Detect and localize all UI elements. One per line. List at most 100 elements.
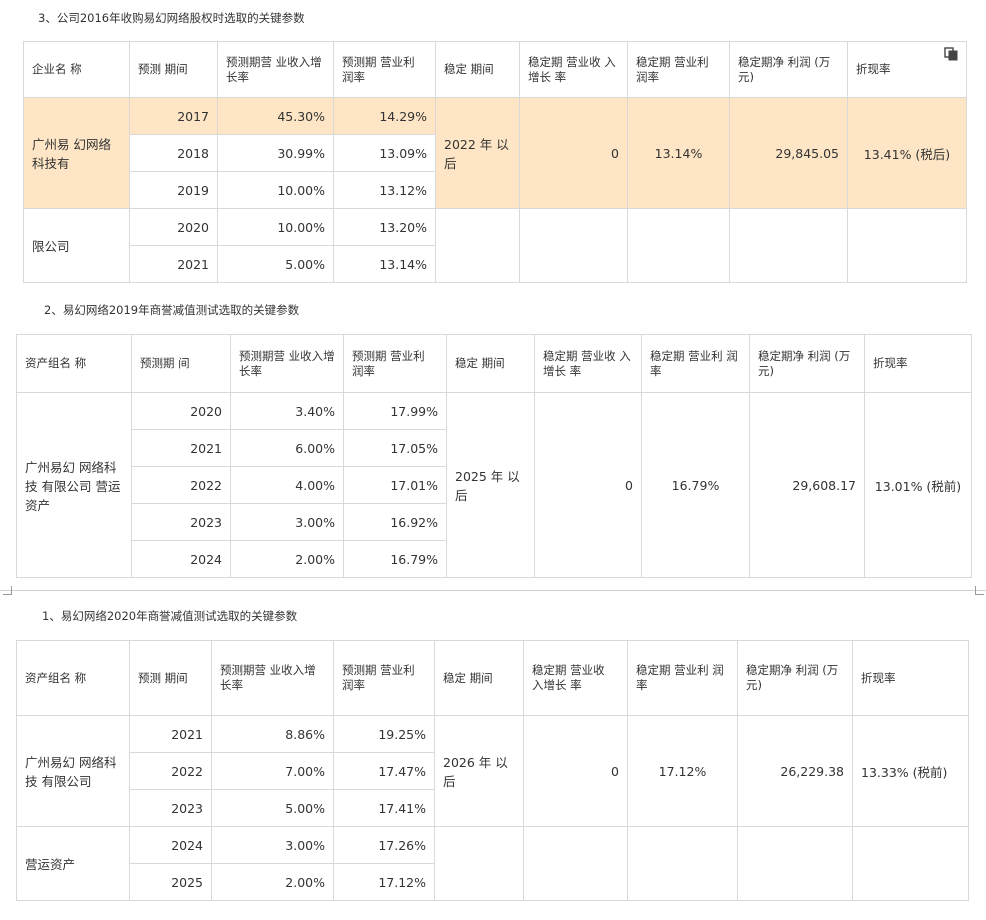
entity-cell: 广州易幻 网络科技 有限公司 <box>16 715 130 827</box>
copy-icon[interactable] <box>944 47 958 61</box>
empty-cell <box>627 826 738 901</box>
op-margin-cell: 13.14% <box>333 245 436 283</box>
year-cell: 2021 <box>131 429 231 467</box>
section-3-heading: 3、公司2016年收购易幻网络股权时选取的关键参数 <box>38 11 305 25</box>
year-cell: 2024 <box>131 540 231 578</box>
stable-profit-cell: 26,229.38 <box>737 715 853 827</box>
stable-period-cell: 2025 年 以后 <box>446 392 535 578</box>
revenue-growth-cell: 6.00% <box>230 429 344 467</box>
op-margin-cell: 14.29% <box>333 97 436 135</box>
stable-margin-cell: 13.14% <box>627 97 730 209</box>
revenue-growth-cell: 3.00% <box>230 503 344 541</box>
op-margin-cell: 17.05% <box>343 429 447 467</box>
revenue-growth-cell: 4.00% <box>230 466 344 504</box>
col-header-period: 预测 期间 <box>129 640 212 716</box>
op-margin-cell: 17.41% <box>333 789 435 827</box>
empty-cell <box>434 826 524 901</box>
year-cell: 2024 <box>129 826 212 864</box>
col-header-stable-margin: 稳定期 营业利 润率 <box>627 640 738 716</box>
col-header-asset-group: 资产组名 称 <box>16 640 130 716</box>
col-header-stable-period: 稳定 期间 <box>435 41 520 98</box>
year-cell: 2019 <box>129 171 218 209</box>
revenue-growth-cell: 8.86% <box>211 715 334 753</box>
acquisition-params-table: 企业名 称 预测 期间 预测期营 业收入增 长率 预测期 营业利 润率 稳定 期… <box>23 41 967 283</box>
op-margin-cell: 16.79% <box>343 540 447 578</box>
year-cell: 2021 <box>129 245 218 283</box>
table-row: 广州易幻 网络科技 有限公司 2021 8.86% 19.25% 2026 年 … <box>16 715 969 827</box>
revenue-growth-cell: 2.00% <box>211 863 334 901</box>
table-row: 营运资产 2024 3.00% 17.26% <box>16 826 969 901</box>
stable-period-cell: 2026 年 以后 <box>434 715 524 827</box>
year-cell: 2021 <box>129 715 212 753</box>
entity-cell-continued: 限公司 <box>23 208 130 283</box>
col-header-op-margin: 预测期 营业利 润率 <box>343 334 447 393</box>
stable-growth-cell: 0 <box>523 715 628 827</box>
corner-mark-left <box>3 586 12 595</box>
revenue-growth-cell: 3.40% <box>230 392 344 430</box>
revenue-growth-cell: 3.00% <box>211 826 334 864</box>
op-margin-cell: 17.99% <box>343 392 447 430</box>
op-margin-cell: 13.09% <box>333 134 436 172</box>
stable-profit-cell: 29,608.17 <box>749 392 865 578</box>
op-margin-cell: 13.12% <box>333 171 436 209</box>
col-header-stable-profit: 稳定期净 利润 (万元) <box>749 334 865 393</box>
col-header-stable-period: 稳定 期间 <box>446 334 535 393</box>
col-header-stable-growth: 稳定期 营业收 入增长 率 <box>534 334 642 393</box>
col-header-stable-profit: 稳定期净 利润 (万元) <box>737 640 853 716</box>
discount-rate-cell: 13.01% (税前) <box>864 392 972 578</box>
op-margin-cell: 13.20% <box>333 208 436 246</box>
discount-rate-cell: 13.41% (税后) <box>847 97 967 209</box>
col-header-stable-growth: 稳定期 营业收 入增长 率 <box>523 640 628 716</box>
revenue-growth-cell: 7.00% <box>211 752 334 790</box>
revenue-growth-cell: 10.00% <box>217 208 334 246</box>
year-cell: 2022 <box>131 466 231 504</box>
stable-margin-cell: 16.79% <box>641 392 750 578</box>
table-header-row: 资产组名 称 预测期 间 预测期营 业收入增 长率 预测期 营业利 润率 稳定 … <box>16 334 972 393</box>
op-margin-cell: 19.25% <box>333 715 435 753</box>
op-margin-cell: 17.26% <box>333 826 435 864</box>
year-cell: 2022 <box>129 752 212 790</box>
op-margin-cell: 17.47% <box>333 752 435 790</box>
col-header-revenue-growth: 预测期营 业收入增 长率 <box>230 334 344 393</box>
revenue-growth-cell: 10.00% <box>217 171 334 209</box>
empty-cell <box>729 208 848 283</box>
col-header-stable-period: 稳定 期间 <box>434 640 524 716</box>
year-cell: 2023 <box>131 503 231 541</box>
discount-rate-cell: 13.33% (税前) <box>852 715 969 827</box>
col-header-discount-rate: 折现率 <box>852 640 969 716</box>
empty-cell <box>435 208 520 283</box>
revenue-growth-cell: 5.00% <box>217 245 334 283</box>
table-row: 广州易 幻网络 科技有 2017 45.30% 14.29% 2022 年 以后… <box>23 97 967 209</box>
col-header-stable-growth: 稳定期 营业收 入增长 率 <box>519 41 628 98</box>
op-margin-cell: 16.92% <box>343 503 447 541</box>
revenue-growth-cell: 2.00% <box>230 540 344 578</box>
col-header-period: 预测 期间 <box>129 41 218 98</box>
empty-cell <box>852 826 969 901</box>
empty-cell <box>627 208 730 283</box>
year-cell: 2018 <box>129 134 218 172</box>
stable-margin-cell: 17.12% <box>627 715 738 827</box>
col-header-stable-margin: 稳定期 营业利 润率 <box>627 41 730 98</box>
section-1-heading: 1、易幻网络2020年商誉减值测试选取的关键参数 <box>42 609 298 623</box>
year-cell: 2023 <box>129 789 212 827</box>
table-row: 广州易幻 网络科技 有限公司 营运资产 2020 3.40% 17.99% 20… <box>16 392 972 578</box>
year-cell: 2020 <box>131 392 231 430</box>
col-header-entity: 企业名 称 <box>23 41 130 98</box>
col-header-stable-profit: 稳定期净 利润 (万元) <box>729 41 848 98</box>
col-header-asset-group: 资产组名 称 <box>16 334 132 393</box>
revenue-growth-cell: 45.30% <box>217 97 334 135</box>
stable-growth-cell: 0 <box>534 392 642 578</box>
col-header-op-margin: 预测期 营业利 润率 <box>333 41 436 98</box>
stable-period-cell: 2022 年 以后 <box>435 97 520 209</box>
col-header-revenue-growth: 预测期营 业收入增 长率 <box>217 41 334 98</box>
entity-cell: 广州易 幻网络 科技有 <box>23 97 130 209</box>
col-header-discount-rate: 折现率 <box>864 334 972 393</box>
table-header-row: 企业名 称 预测 期间 预测期营 业收入增 长率 预测期 营业利 润率 稳定 期… <box>23 41 967 98</box>
col-header-revenue-growth: 预测期营 业收入增 长率 <box>211 640 334 716</box>
corner-mark-right <box>975 586 984 595</box>
year-cell: 2017 <box>129 97 218 135</box>
empty-cell <box>523 826 628 901</box>
empty-cell <box>519 208 628 283</box>
revenue-growth-cell: 5.00% <box>211 789 334 827</box>
section-divider <box>0 590 986 591</box>
